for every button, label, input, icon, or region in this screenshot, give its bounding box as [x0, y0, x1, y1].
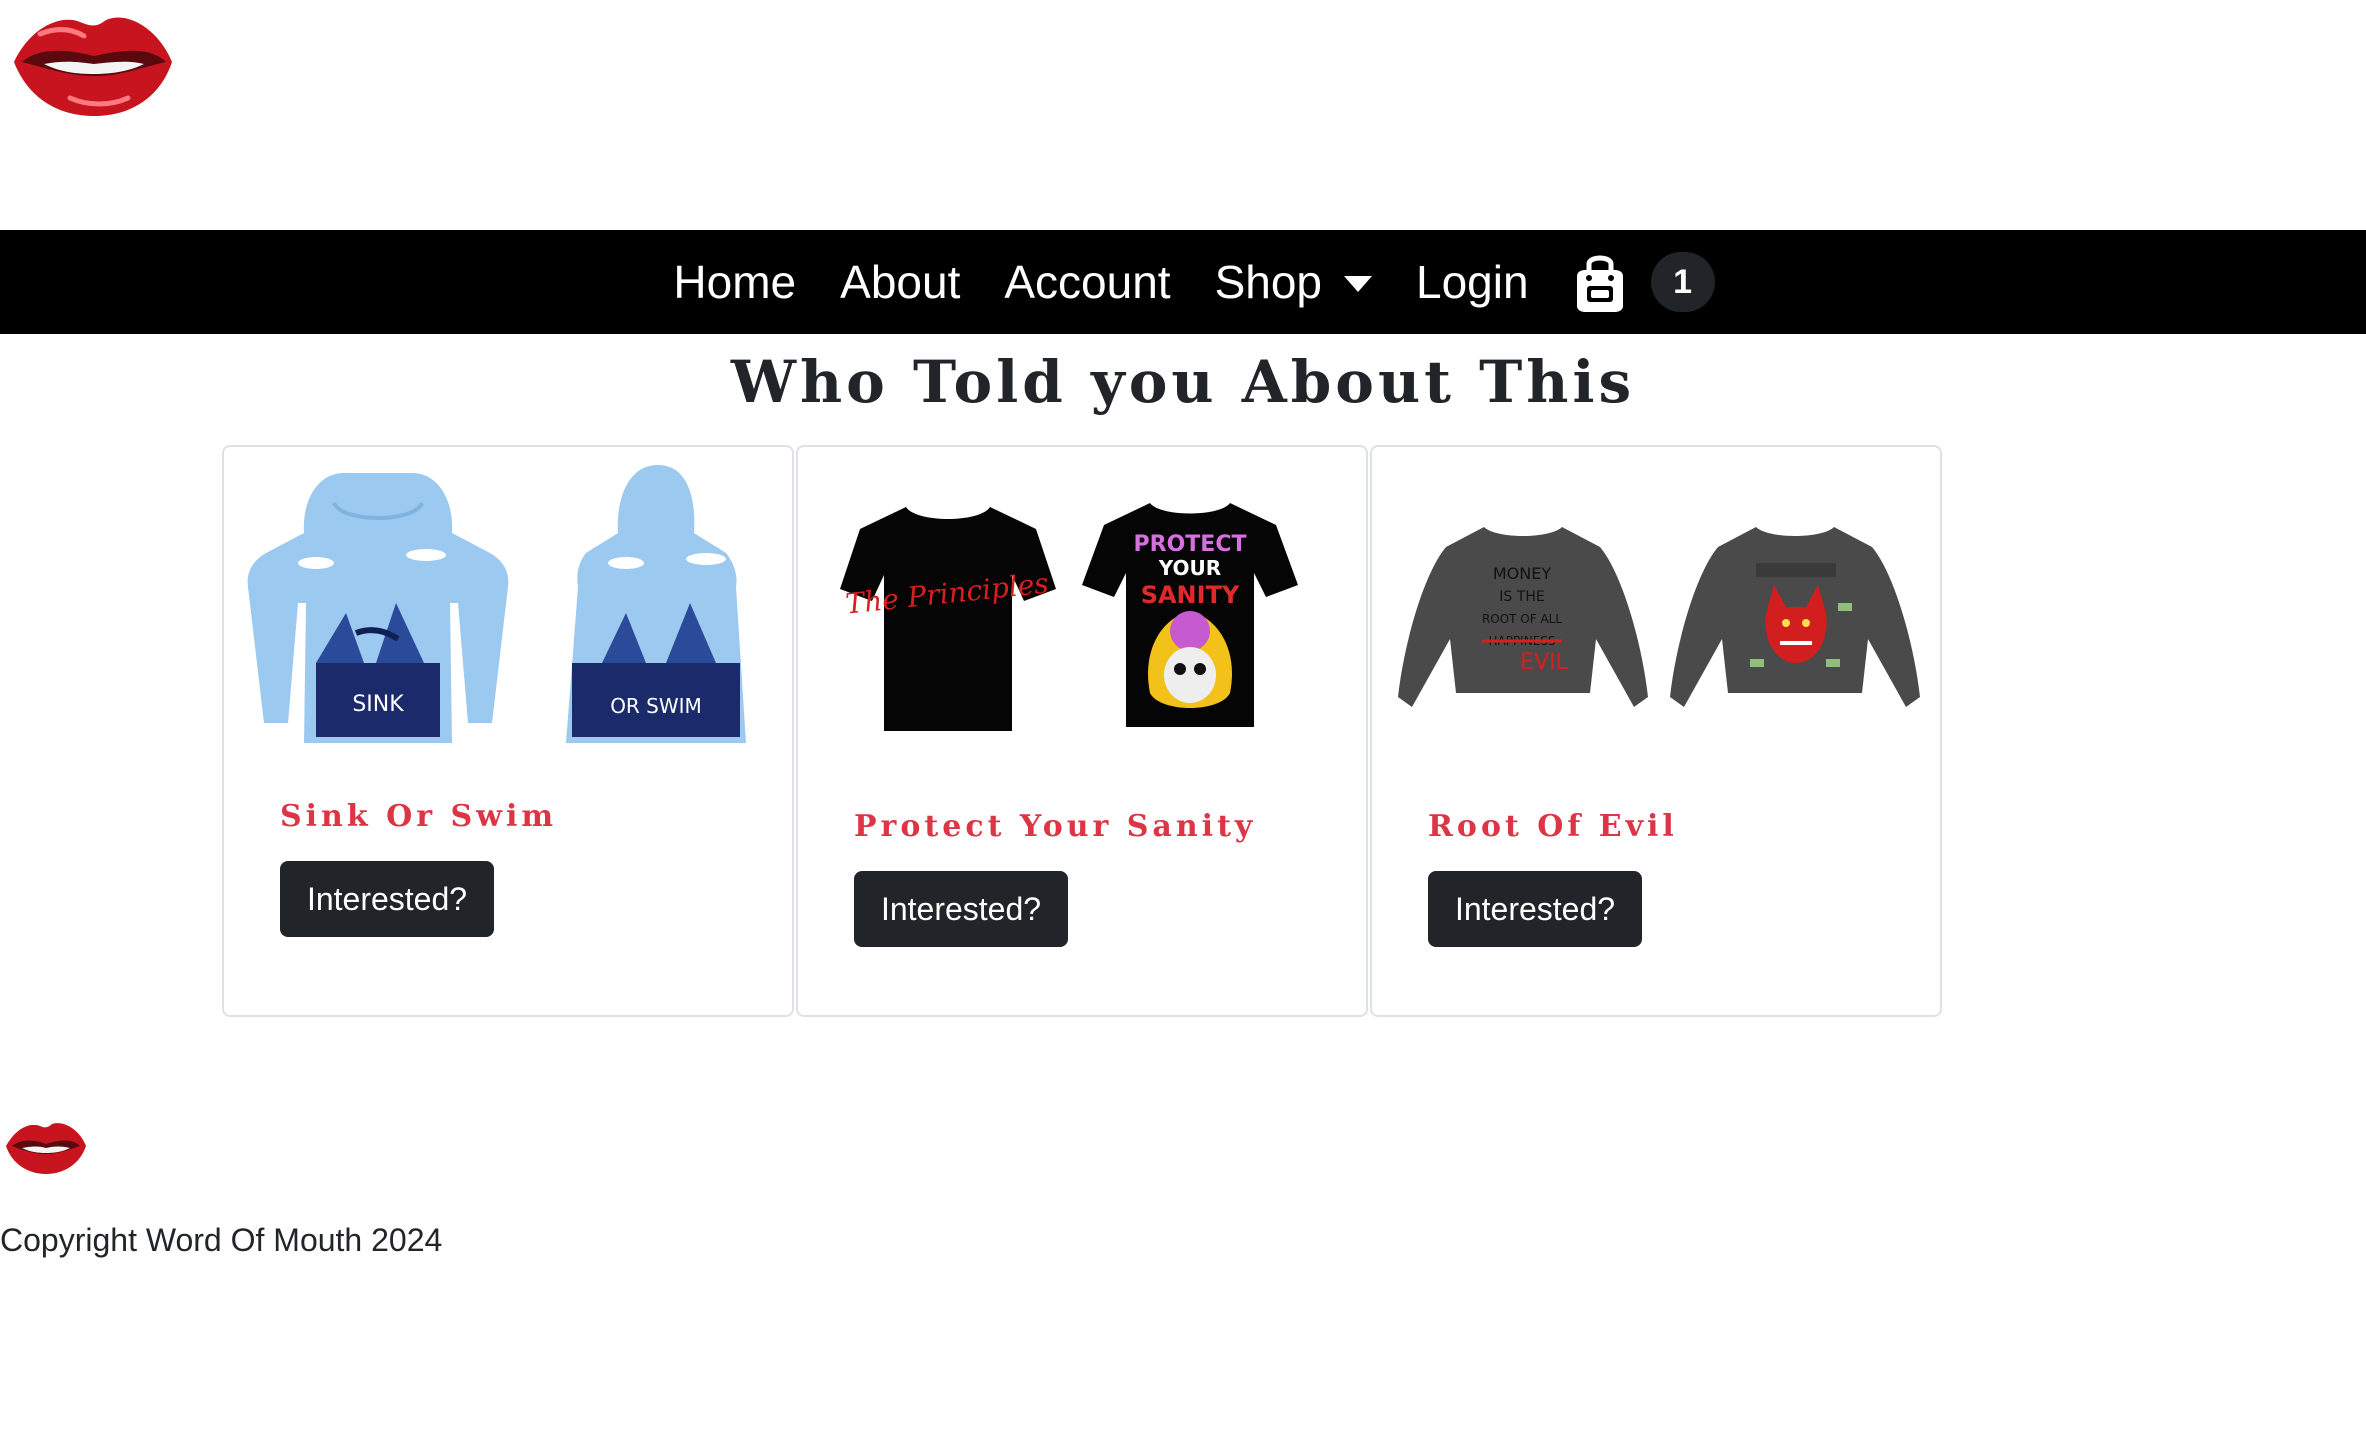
cart-count-badge: 1 [1650, 252, 1715, 312]
root-of-evil-sweatshirt-image[interactable]: MONEY IS THE ROOT OF ALL HAPPINESS EVIL [1394, 463, 1922, 753]
sweatshirt-print-line3: ROOT OF ALL [1482, 612, 1562, 626]
tshirt-back-print-line1: PROTECT [1134, 532, 1247, 557]
nav-account-link[interactable]: Account [982, 259, 1192, 305]
main-navbar: Home About Account Shop Login 1 [0, 230, 2366, 334]
product-card: The Principles PROTECT YOUR SANITY Prote… [796, 445, 1368, 1017]
hoodie-front-print: SINK [352, 692, 404, 717]
interested-button[interactable]: Interested? [280, 861, 494, 937]
nav-links: Home About Account Shop Login 1 [651, 250, 1715, 314]
sweatshirt-print-line5: EVIL [1520, 650, 1568, 675]
product-grid: SINK OR SWIM Sink Or Swim Interested? Th… [222, 445, 1942, 1017]
shopping-bag-icon [1576, 255, 1623, 312]
protect-your-sanity-tshirt-image[interactable]: The Principles PROTECT YOUR SANITY [820, 463, 1348, 753]
product-title: Root Of Evil [1428, 809, 1678, 844]
cart-button[interactable]: 1 [1569, 250, 1715, 314]
product-card: MONEY IS THE ROOT OF ALL HAPPINESS EVIL … [1370, 445, 1942, 1017]
nav-about-link[interactable]: About [818, 259, 982, 305]
nav-login-link[interactable]: Login [1394, 259, 1551, 305]
interested-button[interactable]: Interested? [1428, 871, 1642, 947]
sink-or-swim-hoodie-image[interactable]: SINK OR SWIM [246, 463, 774, 753]
sweatshirt-print-line1: MONEY [1493, 564, 1551, 583]
nav-shop-dropdown[interactable]: Shop [1193, 259, 1394, 305]
nav-home-link[interactable]: Home [651, 259, 818, 305]
lips-footer-logo [6, 1123, 86, 1174]
chevron-down-icon [1344, 276, 1373, 292]
copyright-text: Copyright Word Of Mouth 2024 [0, 1222, 443, 1258]
hoodie-back-print: OR SWIM [610, 694, 702, 718]
nav-shop-label: Shop [1214, 256, 1323, 308]
product-title: Sink Or Swim [280, 799, 558, 834]
interested-button[interactable]: Interested? [854, 871, 1068, 947]
tshirt-back-print-line3: SANITY [1141, 581, 1240, 609]
product-card: SINK OR SWIM Sink Or Swim Interested? [222, 445, 794, 1017]
sweatshirt-print-line2: IS THE [1499, 589, 1544, 605]
tshirt-back-print-line2: YOUR [1158, 556, 1221, 580]
page-title: Who Told you About This [730, 348, 1636, 416]
product-title: Protect Your Sanity [854, 809, 1257, 844]
lips-logo[interactable] [10, 6, 176, 118]
